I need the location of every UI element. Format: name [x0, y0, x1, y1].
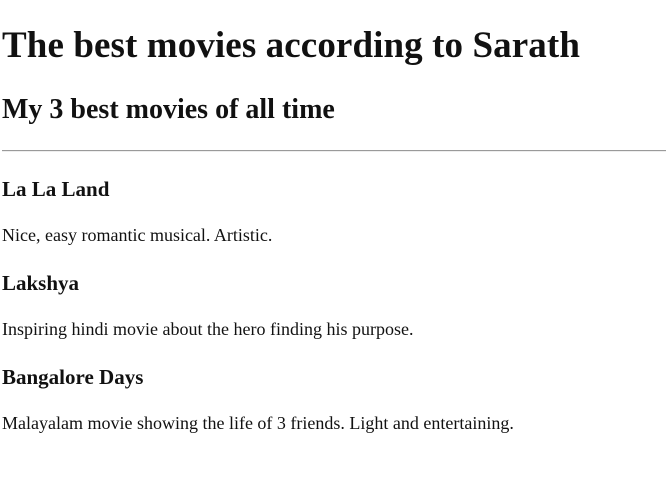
divider: [2, 150, 666, 152]
movie-title: Lakshya: [2, 271, 80, 295]
movie-item: Bangalore Days Malayalam movie showing t…: [2, 364, 667, 434]
page-content: The best movies according to Sarath My 3…: [0, 0, 667, 434]
movie-item: La La Land Nice, easy romantic musical. …: [2, 176, 667, 246]
movie-list: La La Land Nice, easy romantic musical. …: [2, 176, 667, 434]
movie-description: Malayalam movie showing the life of 3 fr…: [2, 413, 514, 433]
movie-title: Bangalore Days: [2, 365, 144, 389]
page-title: The best movies according to Sarath: [2, 25, 580, 66]
movie-item: Lakshya Inspiring hindi movie about the …: [2, 270, 667, 340]
movie-title: La La Land: [2, 177, 110, 201]
page-subtitle: My 3 best movies of all time: [2, 94, 335, 125]
movie-description: Nice, easy romantic musical. Artistic.: [2, 225, 273, 245]
movie-description: Inspiring hindi movie about the hero fin…: [2, 319, 414, 339]
